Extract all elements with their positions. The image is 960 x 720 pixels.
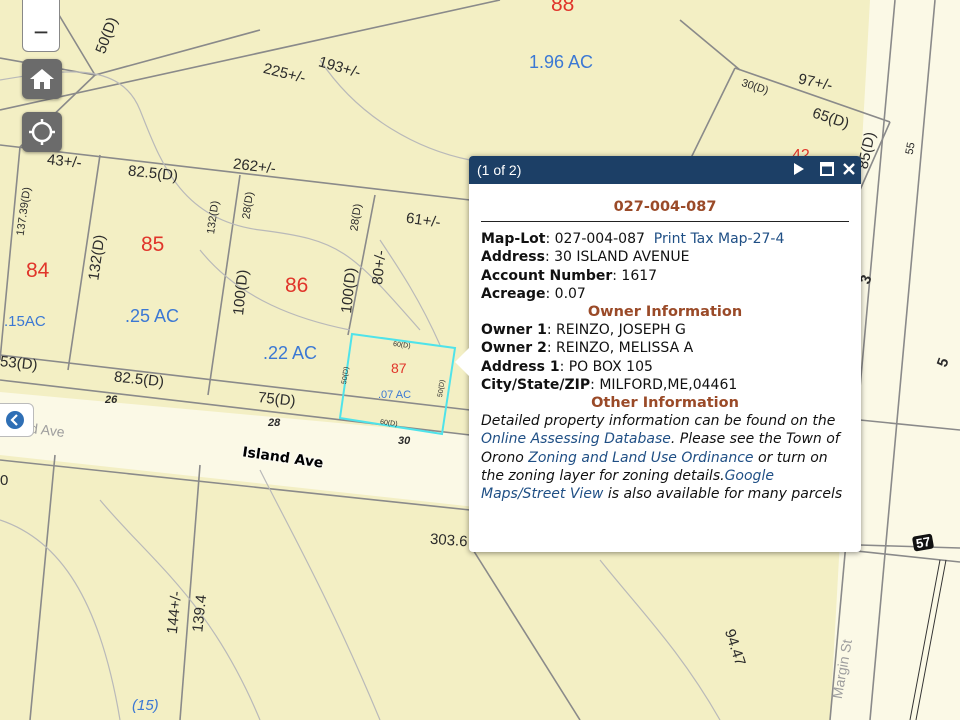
print-tax-map-link[interactable]: Print Tax Map-27-4 [654, 231, 785, 247]
popup-pointer [455, 348, 469, 376]
field-owner2: Owner 2: REINZO, MELISSA A [481, 339, 849, 357]
field-address: Address: 30 ISLAND AVENUE [481, 248, 849, 266]
popup-body: 027-004-087 Map-Lot: 027-004-087 Print T… [469, 184, 861, 503]
locate-button[interactable] [22, 112, 62, 152]
maximize-button[interactable] [820, 162, 834, 180]
field-label: Address 1 [481, 358, 560, 375]
field-label: Owner 2 [481, 340, 547, 357]
acreage-label: .22 AC [263, 343, 318, 363]
dimension-label: 30 [398, 435, 411, 447]
maximize-icon [820, 162, 834, 176]
dimension-label: 53(D) [0, 353, 39, 374]
dimension-label: 139.4 [189, 593, 211, 634]
field-value: : 0.07 [545, 285, 586, 302]
field-maplot: Map-Lot: 027-004-087 Print Tax Map-27-4 [481, 230, 849, 248]
dimension-label: (15) [132, 697, 159, 714]
dimension-label: 26 [105, 394, 118, 406]
field-label: City/State/ZIP [481, 376, 591, 393]
acreage-label: .15AC [4, 313, 46, 330]
online-assessing-link[interactable]: Online Assessing Database [481, 431, 671, 447]
home-button[interactable] [22, 59, 62, 99]
popup-count: (1 of 2) [477, 162, 522, 178]
popup-title: 027-004-087 [481, 198, 849, 223]
field-address1: Address 1: PO BOX 105 [481, 358, 849, 376]
dimension-label: 0 [0, 472, 9, 489]
dimension-label: 28 [268, 417, 281, 429]
desc-text: is also available for many parcels [603, 486, 843, 503]
acreage-label: .07 AC [378, 389, 412, 401]
owner-info-heading: Owner Information [587, 304, 743, 321]
field-city-state-zip: City/State/ZIP: MILFORD,ME,04461 [481, 376, 849, 394]
zoom-out-button[interactable]: − [23, 14, 59, 50]
field-value: : PO BOX 105 [559, 358, 653, 375]
other-info-heading: Other Information [591, 395, 739, 412]
field-owner1: Owner 1: REINZO, JOSEPH G [481, 321, 849, 339]
locate-icon [29, 119, 55, 145]
lot-number: 86 [285, 274, 309, 297]
field-value: : 027-004-087 [545, 231, 645, 248]
close-icon [843, 163, 855, 175]
other-info-text: Detailed property information can be fou… [481, 412, 849, 503]
desc-text: Detailed property information can be fou… [481, 413, 836, 430]
dimension-label: 144+/- [163, 590, 186, 635]
field-label: Account Number [481, 267, 613, 284]
lot-number: 85 [141, 233, 165, 256]
zoom-control: − [22, 0, 60, 52]
home-icon [30, 69, 54, 89]
field-acreage: Acreage: 0.07 [481, 285, 849, 303]
lot-number: 88 [551, 0, 575, 16]
dimension-label: 55 [903, 141, 918, 156]
back-button[interactable] [0, 403, 34, 437]
field-value: : REINZO, JOSEPH G [546, 322, 686, 339]
arrow-left-circle-icon [6, 411, 24, 429]
lot-number: 84 [26, 259, 50, 282]
street-label: d Ave [29, 419, 66, 441]
next-feature-button[interactable] [793, 162, 805, 180]
field-value: : MILFORD,ME,04461 [590, 376, 738, 393]
dimension-label: 43+/- [46, 151, 83, 172]
dimension-label: 75(D) [257, 389, 297, 410]
field-label: Acreage [481, 285, 546, 302]
field-value: : 30 ISLAND AVENUE [544, 249, 690, 266]
field-account-number: Account Number: 1617 [481, 267, 849, 285]
popup-header: (1 of 2) [469, 156, 861, 184]
dimension-label: 303.6 [429, 530, 469, 551]
field-label: Map-Lot [481, 231, 546, 248]
field-value: : 1617 [612, 267, 658, 284]
field-label: Address [481, 249, 545, 266]
acreage-label: .25 AC [125, 306, 180, 326]
close-button[interactable] [842, 162, 856, 180]
zoning-ordinance-link[interactable]: Zoning and Land Use Ordinance [528, 450, 753, 466]
dimension-label: 80+/- [369, 249, 390, 286]
field-value: : REINZO, MELISSA A [546, 340, 694, 357]
play-icon [794, 163, 804, 175]
lot-number: 87 [391, 360, 407, 376]
acreage-label: 1.96 AC [529, 52, 594, 72]
dimension-label: 61+/- [404, 209, 442, 232]
parcel-popup: (1 of 2) 027-004-087 Map-Lot: 027-004-08… [455, 156, 861, 552]
field-label: Owner 1 [481, 322, 547, 339]
